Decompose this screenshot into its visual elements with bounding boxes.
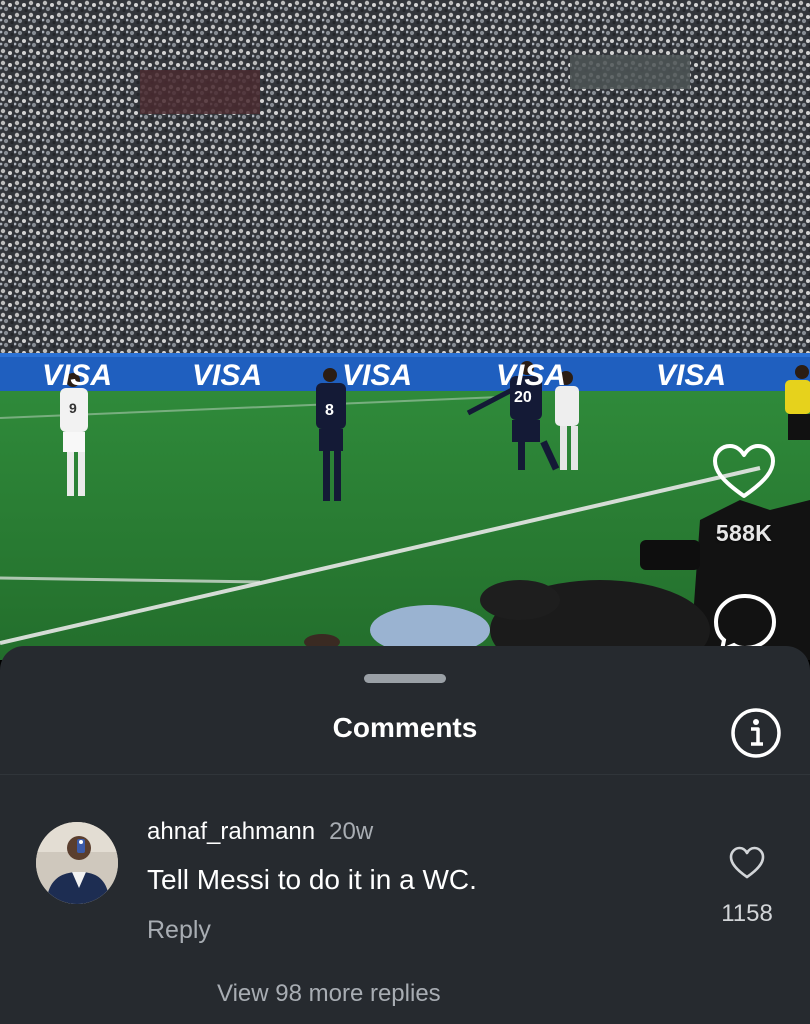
ad-board-text: VISA (192, 359, 262, 392)
player-number: 9 (69, 400, 77, 416)
ad-board-text: VISA (656, 359, 726, 392)
ad-board-text: VISA (496, 359, 566, 392)
comments-sheet: Comments ahnaf_rahmann 20w Tell Messi to… (0, 646, 810, 1024)
comment-header: ahnaf_rahmann 20w (147, 818, 373, 846)
reply-button[interactable]: Reply (147, 916, 211, 945)
comment-username[interactable]: ahnaf_rahmann (147, 818, 315, 845)
reel-comment-button[interactable] (712, 592, 778, 654)
heart-outline-icon (729, 846, 765, 879)
comment-like-count: 1158 (721, 900, 773, 927)
comment-like-button[interactable]: 1158 (712, 846, 782, 928)
view-more-replies-button[interactable]: View 98 more replies (217, 980, 441, 1008)
info-icon (731, 708, 781, 758)
player-number: 8 (325, 402, 334, 419)
reel-video[interactable]: VISA VISA VISA VISA VISA 9 8 20 (0, 0, 810, 660)
comment-bubble-icon (713, 594, 777, 654)
heart-outline-icon (713, 444, 775, 498)
reel-like-count: 588K (715, 520, 773, 546)
avatar[interactable] (36, 822, 118, 904)
info-button[interactable] (729, 706, 783, 760)
reel-screen: VISA VISA VISA VISA VISA 9 8 20 588K Com… (0, 0, 810, 1024)
reel-like-button[interactable]: 588K (708, 442, 780, 547)
ad-board-text: VISA (42, 359, 112, 392)
sheet-title: Comments (332, 712, 478, 743)
sheet-divider (0, 774, 810, 775)
ad-board-text: VISA (342, 359, 412, 392)
comment-time: 20w (329, 818, 374, 845)
comment-text: Tell Messi to do it in a WC. (147, 864, 477, 895)
player-number: 20 (514, 389, 532, 406)
sheet-drag-handle[interactable] (364, 674, 446, 683)
